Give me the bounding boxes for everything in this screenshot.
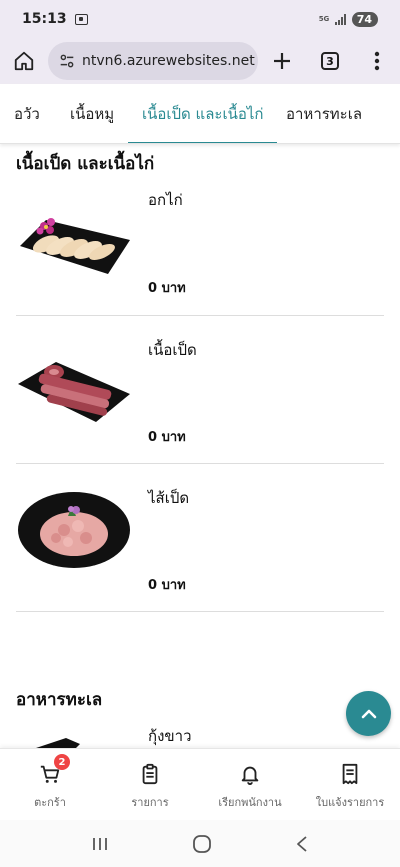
- browser-toolbar: ntvn6.azurewebsites.net 3: [0, 38, 400, 84]
- tab-pork[interactable]: เนื้อหมู: [70, 84, 114, 143]
- nav-orders[interactable]: รายการ: [100, 749, 200, 820]
- status-bar: 15:13 5G 74: [0, 0, 400, 38]
- bottom-nav: 2 ตะกร้า รายการ เรียกพนักงาน ใบแจ้งรายกา…: [0, 748, 400, 820]
- clipboard-icon: [142, 763, 158, 785]
- home-icon: [14, 51, 34, 71]
- tab-seafood[interactable]: อาหารทะเล: [286, 84, 362, 143]
- receipt-icon: [342, 763, 358, 785]
- duck-meat-image: [18, 362, 130, 422]
- product-item[interactable]: อกไก่ 0 บาท: [16, 168, 384, 316]
- product-name: กุ้งขาว: [148, 727, 192, 745]
- system-navigation-bar: [0, 820, 400, 867]
- product-name: อกไก่: [148, 191, 183, 209]
- network-type: 5G: [318, 14, 330, 23]
- chicken-breast-image: [20, 218, 130, 274]
- nav-orders-label: รายการ: [131, 796, 169, 809]
- plus-icon: [274, 53, 290, 69]
- nav-bill-label: ใบแจ้งรายการ: [315, 796, 385, 809]
- nav-cart[interactable]: 2 ตะกร้า: [0, 749, 100, 820]
- battery-indicator: 74: [351, 11, 378, 27]
- chevron-up-icon: [361, 709, 376, 718]
- status-time: 15:13: [22, 11, 67, 27]
- nav-call-staff[interactable]: เรียกพนักงาน: [200, 749, 300, 820]
- back-icon[interactable]: [295, 835, 309, 853]
- nav-bill[interactable]: ใบแจ้งรายการ: [300, 749, 400, 820]
- category-tabs: อวัว เนื้อหมู เนื้อเป็ด และเนื้อไก่ อาหา…: [0, 84, 400, 144]
- new-tab-button[interactable]: [258, 38, 306, 84]
- product-price: 0 บาท: [148, 578, 186, 593]
- product-item[interactable]: เนื้อเป็ด 0 บาท: [16, 316, 384, 464]
- tab-beef[interactable]: อวัว: [14, 84, 40, 143]
- home-button[interactable]: [0, 38, 48, 84]
- tab-duck-chicken[interactable]: เนื้อเป็ด และเนื้อไก่: [128, 84, 278, 143]
- product-item[interactable]: ไส้เป็ด 0 บาท: [16, 464, 384, 612]
- product-price: 0 บาท: [148, 430, 186, 445]
- url-text: ntvn6.azurewebsites.net: [82, 53, 255, 69]
- product-name: ไส้เป็ด: [148, 489, 190, 507]
- product-name: เนื้อเป็ด: [148, 341, 197, 359]
- section-title: อาหารทะเล: [16, 690, 103, 710]
- screen-record-icon: [74, 13, 88, 25]
- tab-switcher-button[interactable]: 3: [306, 38, 354, 84]
- nav-cart-label: ตะกร้า: [34, 796, 66, 809]
- bell-icon: [241, 766, 259, 785]
- site-settings-icon[interactable]: [58, 52, 76, 70]
- address-bar[interactable]: ntvn6.azurewebsites.net: [48, 42, 258, 80]
- tab-count: 3: [321, 52, 339, 70]
- status-indicators: 5G 74: [318, 11, 378, 27]
- product-price: 0 บาท: [148, 281, 186, 296]
- more-vert-icon: [374, 51, 380, 71]
- signal-icon: [334, 13, 346, 25]
- shrimp-image: [36, 738, 80, 748]
- nav-call-staff-label: เรียกพนักงาน: [218, 796, 282, 809]
- duck-intestine-image: [18, 492, 130, 568]
- home-circle-icon[interactable]: [192, 834, 212, 854]
- recent-apps-icon[interactable]: [91, 836, 109, 852]
- browser-menu-button[interactable]: [354, 38, 400, 84]
- cart-badge: 2: [54, 754, 70, 770]
- scroll-to-top-button[interactable]: [346, 691, 391, 736]
